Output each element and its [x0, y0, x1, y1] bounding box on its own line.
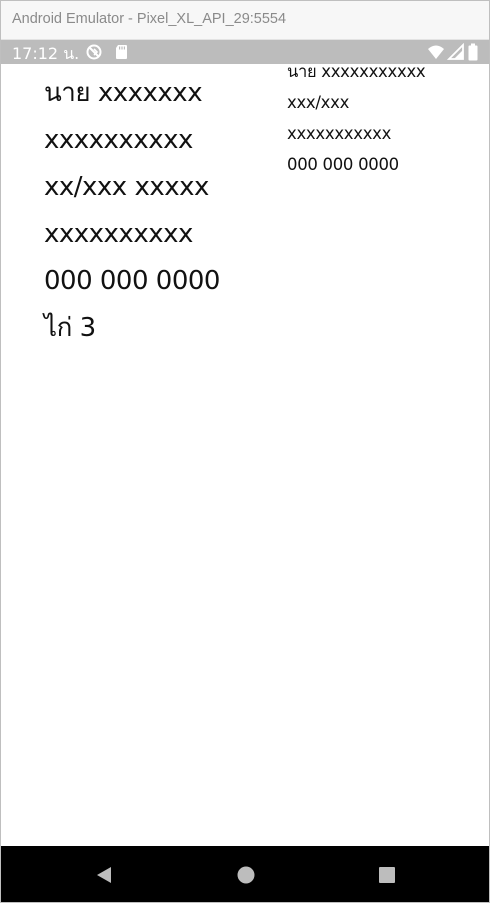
back-icon[interactable] — [93, 864, 115, 886]
status-bar[interactable]: 17:12 น. — [1, 40, 489, 64]
large-line-phone: 000 000 0000 — [44, 266, 220, 296]
address-label-small: นาย xxxxxxxxxxx xxx/xxx xxxxxxxxxxx 000 … — [287, 64, 487, 182]
address-label-large: นาย xxxxxxx xxxxxxxxxx xx/xxx xxxxx xxxx… — [44, 75, 284, 357]
recents-icon[interactable] — [376, 864, 398, 886]
large-line-address-3: xxxxxxxxxx — [44, 219, 193, 249]
cellular-signal-icon — [447, 43, 465, 61]
large-line-address-1: xxxxxxxxxx — [44, 125, 193, 155]
sd-card-icon — [113, 43, 131, 61]
emulator-window: Android Emulator - Pixel_XL_API_29:5554 … — [0, 0, 490, 903]
app-screen: นาย xxxxxxx xxxxxxxxxx xx/xxx xxxxx xxxx… — [1, 64, 489, 846]
small-line-phone: 000 000 0000 — [287, 155, 399, 174]
battery-icon — [467, 43, 479, 61]
small-line-name: นาย xxxxxxxxxxx — [287, 64, 426, 81]
small-line-address-2: xxxxxxxxxxx — [287, 124, 392, 143]
large-line-address-2: xx/xxx xxxxx — [44, 172, 209, 202]
large-line-name: นาย xxxxxxx — [44, 78, 203, 108]
emulator-title-bar[interactable]: Android Emulator - Pixel_XL_API_29:5554 — [1, 1, 489, 40]
large-line-note: ไก่ 3 — [44, 313, 96, 343]
sync-icon — [85, 43, 103, 61]
navigation-bar — [1, 846, 489, 902]
small-line-address-1: xxx/xxx — [287, 93, 350, 112]
window-title: Android Emulator - Pixel_XL_API_29:5554 — [12, 11, 287, 27]
wifi-icon — [427, 43, 445, 61]
home-icon[interactable] — [235, 864, 257, 886]
